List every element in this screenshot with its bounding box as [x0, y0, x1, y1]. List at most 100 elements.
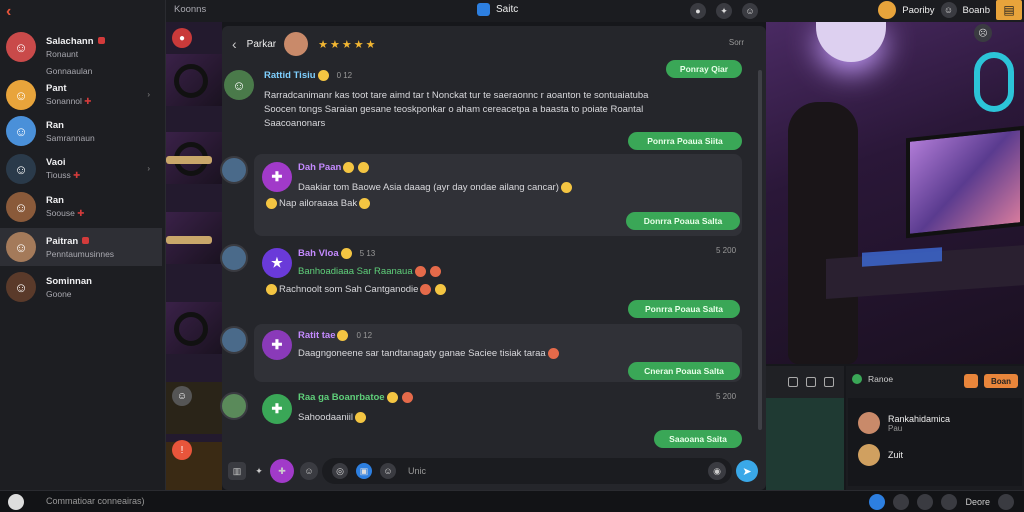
- chat-message-card: ★ Bah Vloa 5 13 5 200 Banhoadiaaa Sar Raa…: [254, 242, 742, 322]
- contact-sub: Soouse: [46, 208, 75, 218]
- reply-button[interactable]: Ponray Qiar: [666, 60, 742, 78]
- viewers-list: Rankahidamica Pau Zuit: [848, 398, 1022, 486]
- contact-item[interactable]: ☺ Vaoi Tiouss ✚ ›: [0, 150, 162, 188]
- contact-name: Ran: [46, 195, 64, 206]
- viewers-panel: Ranoe Boan Rankahidamica Pau Zuit: [846, 366, 1024, 490]
- neon-headset: [974, 52, 1014, 112]
- camera-icon[interactable]: [788, 377, 798, 387]
- sender-avatar: [220, 244, 248, 272]
- contact-sub: Goone: [46, 288, 72, 299]
- contact-name: Vaoi: [46, 157, 66, 168]
- contact-item[interactable]: ☺ Sominnan Goone: [0, 268, 162, 306]
- action-button[interactable]: Ponrra Poaua Salta: [628, 300, 740, 318]
- notification-badge: [82, 237, 90, 245]
- monitor-screen: [906, 125, 1024, 239]
- headset-icon[interactable]: [917, 494, 934, 510]
- profile-avatar-icon[interactable]: ☺: [742, 3, 758, 19]
- copy-icon[interactable]: [824, 377, 834, 387]
- contact-avatar: ☺: [6, 116, 36, 146]
- voice-icon[interactable]: ◉: [708, 462, 726, 480]
- notification-icon[interactable]: ●: [690, 3, 706, 19]
- contact-avatar: ☺: [6, 80, 36, 110]
- viewer-item[interactable]: Zuit: [858, 444, 903, 466]
- media-thumbnail[interactable]: [166, 54, 222, 106]
- contact-item-active[interactable]: ☺ Paitran Penntaumusinnes: [0, 228, 162, 266]
- emoji-icon[interactable]: ☺: [300, 462, 318, 480]
- viewer-item[interactable]: Rankahidamica Pau: [858, 412, 950, 434]
- contact-item[interactable]: ☺ Pant Sonannol ✚ ›: [0, 76, 162, 114]
- message-meta: 0 12: [336, 71, 353, 81]
- chevron-icon: ›: [147, 164, 150, 173]
- settings-icon[interactable]: [869, 494, 886, 510]
- media-thumbnail[interactable]: [166, 132, 222, 184]
- follow-button[interactable]: Boan: [984, 374, 1018, 388]
- alert-icon[interactable]: !: [172, 440, 192, 460]
- avatar-button[interactable]: ✚: [270, 459, 294, 483]
- back-icon[interactable]: ‹: [232, 36, 237, 52]
- image-icon[interactable]: ▣: [356, 463, 372, 479]
- message-compose[interactable]: ◎ ▣ ☺ Unic: [322, 458, 732, 484]
- contact-sub: Ronaunt: [46, 48, 79, 59]
- user-icon[interactable]: ☺: [172, 386, 192, 406]
- chat-scrollbar[interactable]: [758, 70, 762, 430]
- message-line: Saacoanonars: [264, 118, 326, 129]
- app-title: Saitc: [496, 4, 519, 15]
- gear-icon[interactable]: [941, 494, 958, 510]
- contact-item[interactable]: ☺ Salachann Ronaunt: [0, 28, 162, 66]
- viewers-header: Ranoe: [868, 374, 894, 384]
- message-avatar: ✚: [262, 394, 292, 424]
- viewer-name: Rankahidamica: [888, 413, 951, 424]
- menu-icon[interactable]: ▤: [996, 0, 1022, 20]
- contact-avatar: ☺: [6, 154, 36, 184]
- chat-panel: ‹ Parkar ★★★★★ Sorr ☺ Rattid Tisiu 0 12 R…: [220, 26, 766, 490]
- live-dot-icon: [852, 374, 862, 384]
- send-button[interactable]: ➤: [736, 460, 758, 482]
- back-arrow-icon[interactable]: ‹: [6, 3, 11, 21]
- message-meta: 5 13: [359, 249, 376, 259]
- chat-message-card: ✚ Raa ga Boanrbatoe 5 200 Sahoodaaniil S…: [254, 386, 742, 450]
- contact-avatar: ☺: [6, 192, 36, 222]
- message-line: Daakiar tom Baowe Asia daaag (ayr day on…: [298, 182, 559, 194]
- message-user: Bah Vloa: [298, 248, 339, 260]
- viewer-avatar: [858, 412, 880, 434]
- bottom-bar: Commatioar conneairas) Deore: [0, 490, 1024, 512]
- top-right-user[interactable]: Paoriby ☺ Boanb: [878, 1, 990, 19]
- game-controller-icon[interactable]: ✦: [716, 3, 732, 19]
- contact-item[interactable]: ☺ Ran Samrannaun: [0, 112, 162, 150]
- message-line: Soocen tongs Saraian gesane teoskponkar …: [264, 104, 644, 115]
- gif-icon[interactable]: ◎: [332, 463, 348, 479]
- contact-sub: Tiouss: [46, 170, 71, 180]
- message-user: Rattid Tisiu: [264, 70, 316, 82]
- action-button[interactable]: Saaoana Saita: [654, 430, 742, 448]
- emoji-reaction-icon[interactable]: ☹: [974, 24, 992, 42]
- pin-icon[interactable]: ✦: [250, 462, 268, 480]
- media-thumbnail[interactable]: [166, 302, 222, 354]
- action-button[interactable]: Cneran Poaua Salta: [628, 362, 740, 380]
- expand-icon[interactable]: [998, 494, 1014, 510]
- sender-avatar: [220, 392, 248, 420]
- reaction-icon[interactable]: [964, 374, 978, 388]
- message-line: Rachnoolt som Sah Cantganodie: [279, 284, 419, 296]
- action-button[interactable]: Donrra Poaua Salta: [626, 212, 740, 230]
- contact-name: Pant: [46, 83, 67, 94]
- media-thumbnail[interactable]: [166, 212, 222, 264]
- self-avatar[interactable]: [8, 494, 24, 510]
- contact-item[interactable]: ☺ Ran Soouse ✚: [0, 188, 162, 226]
- action-button[interactable]: Ponrra Poaua Siita: [628, 132, 742, 150]
- app-icon: [477, 3, 490, 16]
- stream-preview[interactable]: ☹: [766, 22, 1024, 364]
- top-bar: Koonns Saitc ● ✦ ☺ Paoriby ☺ Boanb ▤: [166, 0, 1024, 22]
- chat-message-card: ✚ Ratit tae 0 12 Daagngoneene sar tandtan…: [254, 324, 742, 382]
- user-name: Paoriby: [902, 4, 935, 16]
- record-icon[interactable]: ●: [172, 28, 192, 48]
- message-user: Dah Paan: [298, 162, 342, 174]
- fire-icon[interactable]: [893, 494, 910, 510]
- message-line: Daagngoneene sar tandtanagaty ganae Saci…: [298, 348, 546, 360]
- sticker-icon[interactable]: ☺: [380, 463, 396, 479]
- contact-name: Ran: [46, 119, 64, 131]
- bottom-input[interactable]: Commatioar conneairas): [46, 496, 145, 506]
- attach-icon[interactable]: ▥: [228, 462, 246, 480]
- viewer-avatar: [858, 444, 880, 466]
- window-icon[interactable]: [806, 377, 816, 387]
- user-avatar: [878, 1, 897, 19]
